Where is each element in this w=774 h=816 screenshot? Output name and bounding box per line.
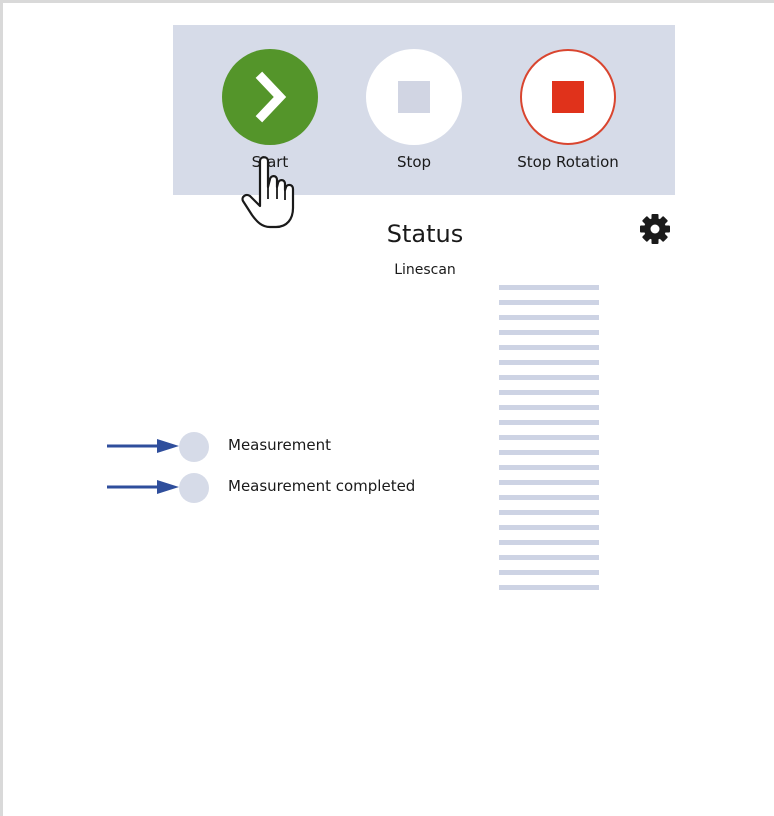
linescan-stripe bbox=[499, 555, 599, 560]
linescan-stripe bbox=[499, 330, 599, 335]
stop-rotation-circle bbox=[520, 49, 616, 145]
status-mode: Linescan bbox=[394, 262, 456, 278]
stop-rotation-button-label: Stop Rotation bbox=[517, 153, 619, 171]
arrow-right-icon bbox=[107, 439, 179, 453]
measurement-completed-label: Measurement completed bbox=[228, 477, 416, 495]
linescan-stripe bbox=[499, 375, 599, 380]
stop-button-label: Stop bbox=[396, 153, 432, 171]
start-button-label: Start bbox=[251, 153, 289, 171]
start-circle bbox=[222, 49, 318, 145]
linescan-stripe bbox=[499, 450, 599, 455]
linescan-stripe bbox=[499, 570, 599, 575]
arrow-right-icon bbox=[107, 480, 179, 494]
linescan-stripe bbox=[499, 345, 599, 350]
linescan-stripe bbox=[499, 585, 599, 590]
measurement-label: Measurement bbox=[228, 436, 331, 454]
square-stop-icon bbox=[398, 81, 430, 113]
linescan-stripe bbox=[499, 390, 599, 395]
linescan-stripe bbox=[499, 540, 599, 545]
control-toolbar: Start Stop Stop Rotation bbox=[173, 25, 675, 195]
window-border-top bbox=[0, 0, 774, 3]
linescan-indicator bbox=[499, 285, 599, 600]
square-stop-icon bbox=[552, 81, 584, 113]
status-title: Status bbox=[386, 220, 464, 248]
measurement-status-led bbox=[179, 432, 209, 462]
window-border-left bbox=[0, 0, 3, 816]
stop-button[interactable]: Stop bbox=[339, 25, 489, 195]
linescan-stripe bbox=[499, 435, 599, 440]
measurement-completed-status-led bbox=[179, 473, 209, 503]
linescan-stripe bbox=[499, 495, 599, 500]
start-button[interactable]: Start bbox=[195, 25, 345, 195]
linescan-stripe bbox=[499, 300, 599, 305]
linescan-stripe bbox=[499, 465, 599, 470]
stop-circle bbox=[366, 49, 462, 145]
linescan-stripe bbox=[499, 480, 599, 485]
linescan-stripe bbox=[499, 525, 599, 530]
linescan-stripe bbox=[499, 405, 599, 410]
chevron-right-icon bbox=[255, 71, 287, 123]
linescan-stripe bbox=[499, 510, 599, 515]
linescan-stripe bbox=[499, 315, 599, 320]
linescan-stripe bbox=[499, 285, 599, 290]
linescan-stripe bbox=[499, 420, 599, 425]
gear-icon[interactable] bbox=[637, 211, 673, 247]
stop-rotation-button[interactable]: Stop Rotation bbox=[493, 25, 643, 195]
linescan-stripe bbox=[499, 360, 599, 365]
